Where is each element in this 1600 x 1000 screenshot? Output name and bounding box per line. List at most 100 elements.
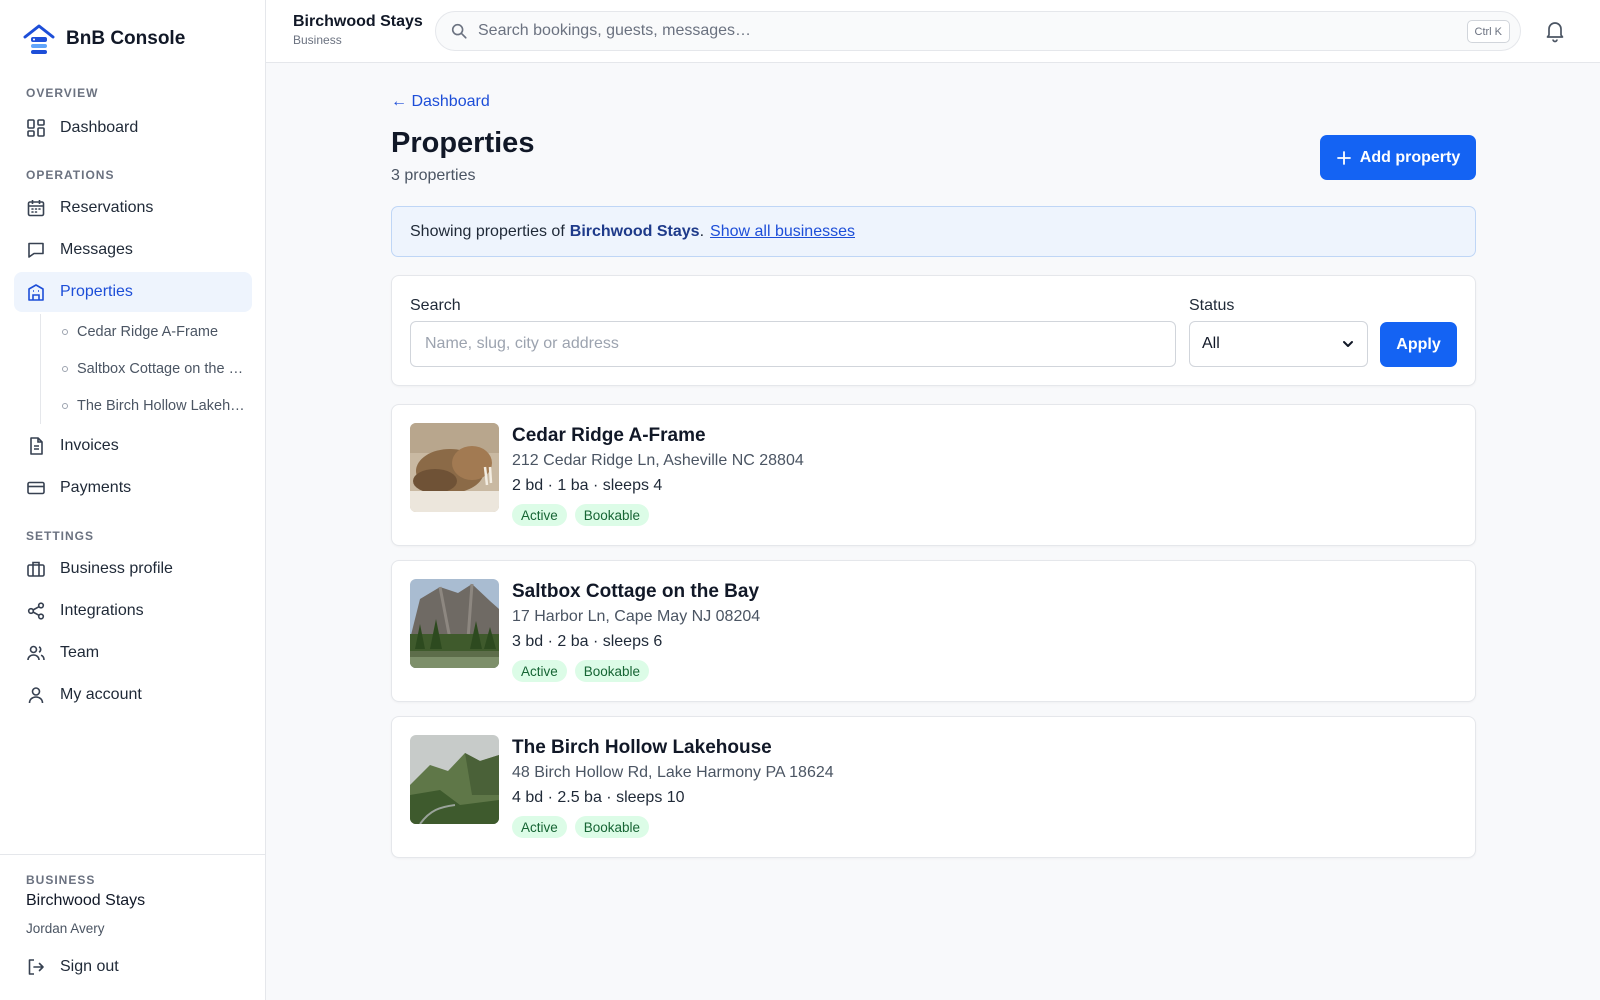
sidebar-item-properties[interactable]: Properties — [14, 272, 252, 312]
property-name: Saltbox Cottage on the Bay — [512, 581, 760, 602]
sidebar-item-label: Properties — [60, 283, 133, 300]
business-switcher-title[interactable]: Birchwood Stays — [293, 13, 423, 31]
share-nodes-icon — [27, 602, 45, 620]
property-name: Cedar Ridge A-Frame — [512, 425, 706, 446]
sidebar-item-invoices[interactable]: Invoices — [14, 426, 252, 466]
bell-icon[interactable] — [1543, 19, 1567, 43]
document-icon — [30, 437, 43, 455]
property-card[interactable]: Cedar Ridge A-Frame 212 Cedar Ridge Ln, … — [391, 404, 1476, 546]
property-specs: 4 bd · 2.5 ba · sleeps 10 — [512, 789, 685, 806]
property-badges: Active Bookable — [512, 660, 657, 682]
sidebar-item-label: Payments — [60, 479, 132, 496]
sidebar-item-messages[interactable]: Messages — [14, 230, 252, 270]
users-icon — [27, 645, 45, 661]
sidebar-subitem-property[interactable]: The Birch Hollow Lakehouse — [62, 390, 252, 422]
property-specs: 3 bd · 2 ba · sleeps 6 — [512, 633, 663, 650]
global-search[interactable]: Ctrl K — [435, 11, 1521, 51]
calendar-icon — [27, 200, 45, 217]
sidebar-item-label: Reservations — [60, 199, 154, 216]
sidebar-item-payments[interactable]: Payments — [14, 468, 252, 508]
bullet-icon — [62, 366, 68, 372]
sidebar-subitem-label: Saltbox Cottage on the Bay — [77, 361, 252, 377]
property-photo — [410, 423, 499, 512]
property-card[interactable]: The Birch Hollow Lakehouse 48 Birch Holl… — [391, 716, 1476, 858]
status-select[interactable]: All — [1189, 321, 1368, 367]
brand[interactable]: BnB Console — [22, 22, 185, 56]
bookable-badge: Bookable — [574, 504, 650, 526]
user-icon — [28, 687, 44, 704]
status-badge: Active — [512, 660, 567, 682]
sidebar-footer: BUSINESS Birchwood Stays Jordan Avery Si… — [0, 854, 266, 1000]
sidebar-subitem-label: Cedar Ridge A-Frame — [77, 324, 219, 340]
sign-out-label: Sign out — [60, 958, 119, 975]
property-name: The Birch Hollow Lakehouse — [512, 737, 772, 758]
property-badges: Active Bookable — [512, 504, 657, 526]
status-select-value: All — [1202, 335, 1220, 352]
apply-filters-button[interactable]: Apply — [1380, 322, 1457, 367]
show-all-businesses-link[interactable]: Show all businesses — [710, 223, 855, 241]
business-label: BUSINESS — [26, 873, 96, 887]
current-user-name: Jordan Avery — [26, 921, 105, 936]
bullet-icon — [62, 403, 68, 409]
house-logo-icon — [23, 24, 55, 54]
sidebar-item-reservations[interactable]: Reservations — [14, 188, 252, 228]
status-badge: Active — [512, 816, 567, 838]
page-title: Properties — [391, 127, 535, 159]
bullet-icon — [62, 329, 68, 335]
add-property-button[interactable]: Add property — [1320, 135, 1476, 180]
credit-card-icon — [27, 481, 45, 495]
banner-prefix: Showing properties of — [410, 222, 565, 240]
property-search-input[interactable] — [410, 321, 1176, 367]
property-photo — [410, 735, 499, 824]
banner-suffix: . — [699, 222, 705, 240]
sidebar-subitem-property[interactable]: Cedar Ridge A-Frame — [62, 316, 252, 348]
section-label-operations: OPERATIONS — [26, 168, 115, 182]
property-address: 48 Birch Hollow Rd, Lake Harmony PA 1862… — [512, 764, 834, 781]
sidebar-item-my-account[interactable]: My account — [14, 675, 252, 715]
property-photo — [410, 579, 499, 668]
brand-name: BnB Console — [66, 28, 186, 49]
section-label-overview: OVERVIEW — [26, 86, 99, 100]
section-label-settings: SETTINGS — [26, 529, 95, 543]
sub-nav-line — [40, 314, 41, 424]
property-badges: Active Bookable — [512, 816, 657, 838]
add-property-label: Add property — [1359, 148, 1461, 166]
back-to-dashboard-link[interactable]: ← Dashboard — [391, 93, 490, 111]
sidebar-item-business-profile[interactable]: Business profile — [14, 549, 252, 589]
sidebar-item-dashboard[interactable]: Dashboard — [14, 108, 252, 148]
status-label: Status — [1189, 297, 1235, 314]
sidebar-item-team[interactable]: Team — [14, 633, 252, 673]
property-count: 3 properties — [391, 167, 476, 184]
sidebar-item-label: My account — [60, 686, 142, 703]
chevron-down-icon — [1343, 341, 1353, 347]
sign-out-icon — [28, 959, 44, 975]
property-card[interactable]: Saltbox Cottage on the Bay 17 Harbor Ln,… — [391, 560, 1476, 702]
property-specs: 2 bd · 1 ba · sleeps 4 — [512, 477, 663, 494]
sidebar-item-label: Messages — [60, 241, 133, 258]
business-switcher-subtitle: Business — [293, 33, 342, 47]
search-label: Search — [410, 297, 461, 314]
property-address: 212 Cedar Ridge Ln, Asheville NC 28804 — [512, 452, 804, 469]
bookable-badge: Bookable — [574, 660, 650, 682]
search-shortcut-hint: Ctrl K — [1466, 20, 1510, 43]
sign-out-button[interactable]: Sign out — [14, 947, 252, 987]
sidebar-subitem-label: The Birch Hollow Lakehouse — [77, 398, 252, 414]
sidebar-item-integrations[interactable]: Integrations — [14, 591, 252, 631]
sidebar-item-label: Dashboard — [60, 119, 139, 136]
filter-card: Search Status All Apply — [391, 275, 1476, 386]
sidebar-item-label: Invoices — [60, 437, 119, 454]
plus-icon — [1336, 150, 1351, 165]
status-badge: Active — [512, 504, 567, 526]
global-search-input[interactable] — [478, 22, 1438, 40]
sidebar-item-label: Team — [60, 644, 100, 661]
business-filter-banner: Showing properties of Birchwood Stays. S… — [391, 206, 1476, 257]
chat-bubble-icon — [28, 242, 44, 258]
sidebar-item-label: Integrations — [60, 602, 144, 619]
banner-business-name: Birchwood Stays — [569, 222, 700, 240]
business-name: Birchwood Stays — [26, 892, 146, 909]
sidebar-subitem-property[interactable]: Saltbox Cottage on the Bay — [62, 353, 252, 385]
bookable-badge: Bookable — [574, 816, 650, 838]
sidebar-item-label: Business profile — [60, 560, 173, 577]
topbar: Birchwood Stays Business Ctrl K — [266, 0, 1600, 63]
briefcase-icon — [27, 561, 45, 577]
